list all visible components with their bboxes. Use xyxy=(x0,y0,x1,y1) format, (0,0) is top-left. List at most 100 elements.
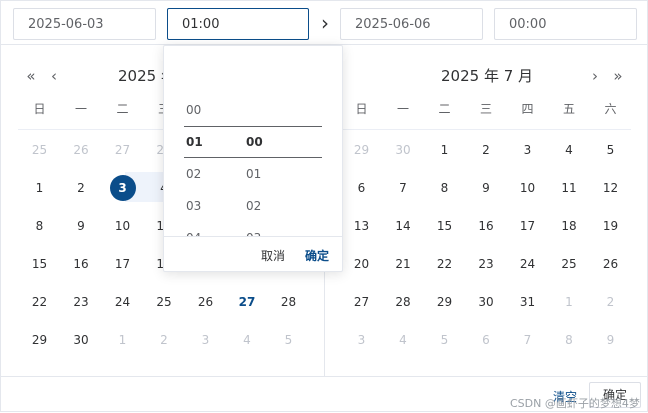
calendar-day[interactable]: 3 xyxy=(102,169,143,207)
calendar-day[interactable]: 5 xyxy=(590,131,631,169)
time-confirm-button[interactable]: 确定 xyxy=(305,247,329,264)
calendar-day[interactable]: 3 xyxy=(341,321,382,359)
calendar-day[interactable]: 15 xyxy=(19,245,60,283)
calendar-day[interactable]: 13 xyxy=(341,207,382,245)
calendar-day[interactable]: 23 xyxy=(61,283,102,321)
hour-option[interactable]: 02 xyxy=(186,158,226,190)
prev-year-icon[interactable]: « xyxy=(23,65,39,87)
range-input-bar: › xyxy=(1,1,648,45)
calendar-day[interactable]: 2 xyxy=(61,169,102,207)
calendar-day[interactable]: 7 xyxy=(383,169,424,207)
calendar-day[interactable]: 31 xyxy=(507,283,548,321)
day-number: 3 xyxy=(109,175,136,201)
day-number: 28 xyxy=(395,295,411,309)
calendar-day[interactable]: 16 xyxy=(61,245,102,283)
calendar-day[interactable]: 1 xyxy=(549,283,590,321)
day-number: 9 xyxy=(606,333,615,347)
calendar-day[interactable]: 1 xyxy=(102,321,143,359)
calendar-day[interactable]: 25 xyxy=(19,131,60,169)
calendar-day[interactable]: 27 xyxy=(227,283,268,321)
calendar-day[interactable]: 2 xyxy=(590,283,631,321)
end-date-input[interactable] xyxy=(340,8,483,40)
calendar-day[interactable]: 10 xyxy=(102,207,143,245)
hour-option[interactable]: 04 xyxy=(186,222,226,236)
day-number: 30 xyxy=(73,333,89,347)
calendar-day[interactable]: 9 xyxy=(466,169,507,207)
calendar-day[interactable]: 8 xyxy=(19,207,60,245)
hour-option[interactable]: 01 xyxy=(186,126,226,158)
calendar-day[interactable]: 15 xyxy=(424,207,465,245)
day-number: 6 xyxy=(482,333,490,347)
calendar-day[interactable]: 12 xyxy=(590,169,631,207)
calendar-day[interactable]: 1 xyxy=(19,169,60,207)
day-number: 3 xyxy=(357,333,366,347)
calendar-day[interactable]: 30 xyxy=(61,321,102,359)
calendar-day[interactable]: 28 xyxy=(383,283,424,321)
start-date-input[interactable] xyxy=(13,8,156,40)
calendar-day[interactable]: 24 xyxy=(507,245,548,283)
day-number: 9 xyxy=(482,181,490,195)
calendar-day[interactable]: 4 xyxy=(227,321,268,359)
calendar-day[interactable]: 30 xyxy=(383,131,424,169)
calendar-day[interactable]: 11 xyxy=(549,169,590,207)
calendar-day[interactable]: 29 xyxy=(341,131,382,169)
calendar-day[interactable]: 27 xyxy=(102,131,143,169)
next-month-icon[interactable]: › xyxy=(587,65,603,87)
minute-option[interactable]: 00 xyxy=(246,126,286,158)
prev-month-icon[interactable]: ‹ xyxy=(46,65,62,87)
calendar-day[interactable]: 2 xyxy=(144,321,185,359)
calendar-day[interactable]: 26 xyxy=(61,131,102,169)
calendar-day[interactable]: 28 xyxy=(268,283,309,321)
calendar-day[interactable]: 23 xyxy=(466,245,507,283)
minute-option[interactable]: 02 xyxy=(246,190,286,222)
calendar-day[interactable]: 20 xyxy=(341,245,382,283)
calendar-day[interactable]: 10 xyxy=(507,169,548,207)
minute-option[interactable]: 03 xyxy=(246,222,286,236)
calendar-day[interactable]: 17 xyxy=(507,207,548,245)
day-number: 29 xyxy=(31,333,48,347)
hour-option[interactable]: 03 xyxy=(186,190,226,222)
calendar-day[interactable]: 5 xyxy=(268,321,309,359)
day-number: 9 xyxy=(77,219,85,233)
weekday-header: 五 xyxy=(562,102,575,116)
calendar-day[interactable]: 14 xyxy=(383,207,424,245)
calendar-day[interactable]: 25 xyxy=(144,283,185,321)
time-cancel-button[interactable]: 取消 xyxy=(261,247,285,264)
next-year-icon[interactable]: » xyxy=(610,65,626,87)
calendar-day[interactable]: 2 xyxy=(466,131,507,169)
calendar-day[interactable]: 5 xyxy=(424,321,465,359)
calendar-day[interactable]: 22 xyxy=(19,283,60,321)
calendar-day[interactable]: 1 xyxy=(424,131,465,169)
calendar-day[interactable]: 7 xyxy=(507,321,548,359)
calendar-day[interactable]: 30 xyxy=(466,283,507,321)
end-time-input[interactable] xyxy=(494,8,637,40)
calendar-day[interactable]: 26 xyxy=(185,283,226,321)
calendar-day[interactable]: 6 xyxy=(466,321,507,359)
hour-option[interactable]: 00 xyxy=(186,94,226,126)
day-number: 2 xyxy=(77,181,85,195)
minute-option[interactable]: 01 xyxy=(246,158,286,190)
calendar-day[interactable]: 19 xyxy=(590,207,631,245)
calendar-day[interactable]: 16 xyxy=(466,207,507,245)
calendar-day[interactable]: 27 xyxy=(341,283,382,321)
calendar-day[interactable]: 4 xyxy=(549,131,590,169)
calendar-day[interactable]: 3 xyxy=(507,131,548,169)
calendar-day[interactable]: 18 xyxy=(549,207,590,245)
calendar-day[interactable]: 17 xyxy=(102,245,143,283)
calendar-day[interactable]: 22 xyxy=(424,245,465,283)
start-time-input[interactable] xyxy=(167,8,309,40)
calendar-day[interactable]: 21 xyxy=(383,245,424,283)
calendar-day[interactable]: 3 xyxy=(185,321,226,359)
calendar-day[interactable]: 24 xyxy=(102,283,143,321)
calendar-day[interactable]: 8 xyxy=(424,169,465,207)
calendar-day[interactable]: 6 xyxy=(341,169,382,207)
calendar-day[interactable]: 29 xyxy=(19,321,60,359)
calendar-day[interactable]: 26 xyxy=(590,245,631,283)
calendar-day[interactable]: 4 xyxy=(383,321,424,359)
calendar-day[interactable]: 25 xyxy=(549,245,590,283)
calendar-day[interactable]: 8 xyxy=(549,321,590,359)
calendar-day[interactable]: 29 xyxy=(424,283,465,321)
calendar-day[interactable]: 9 xyxy=(590,321,631,359)
day-number: 8 xyxy=(440,181,449,195)
calendar-day[interactable]: 9 xyxy=(61,207,102,245)
